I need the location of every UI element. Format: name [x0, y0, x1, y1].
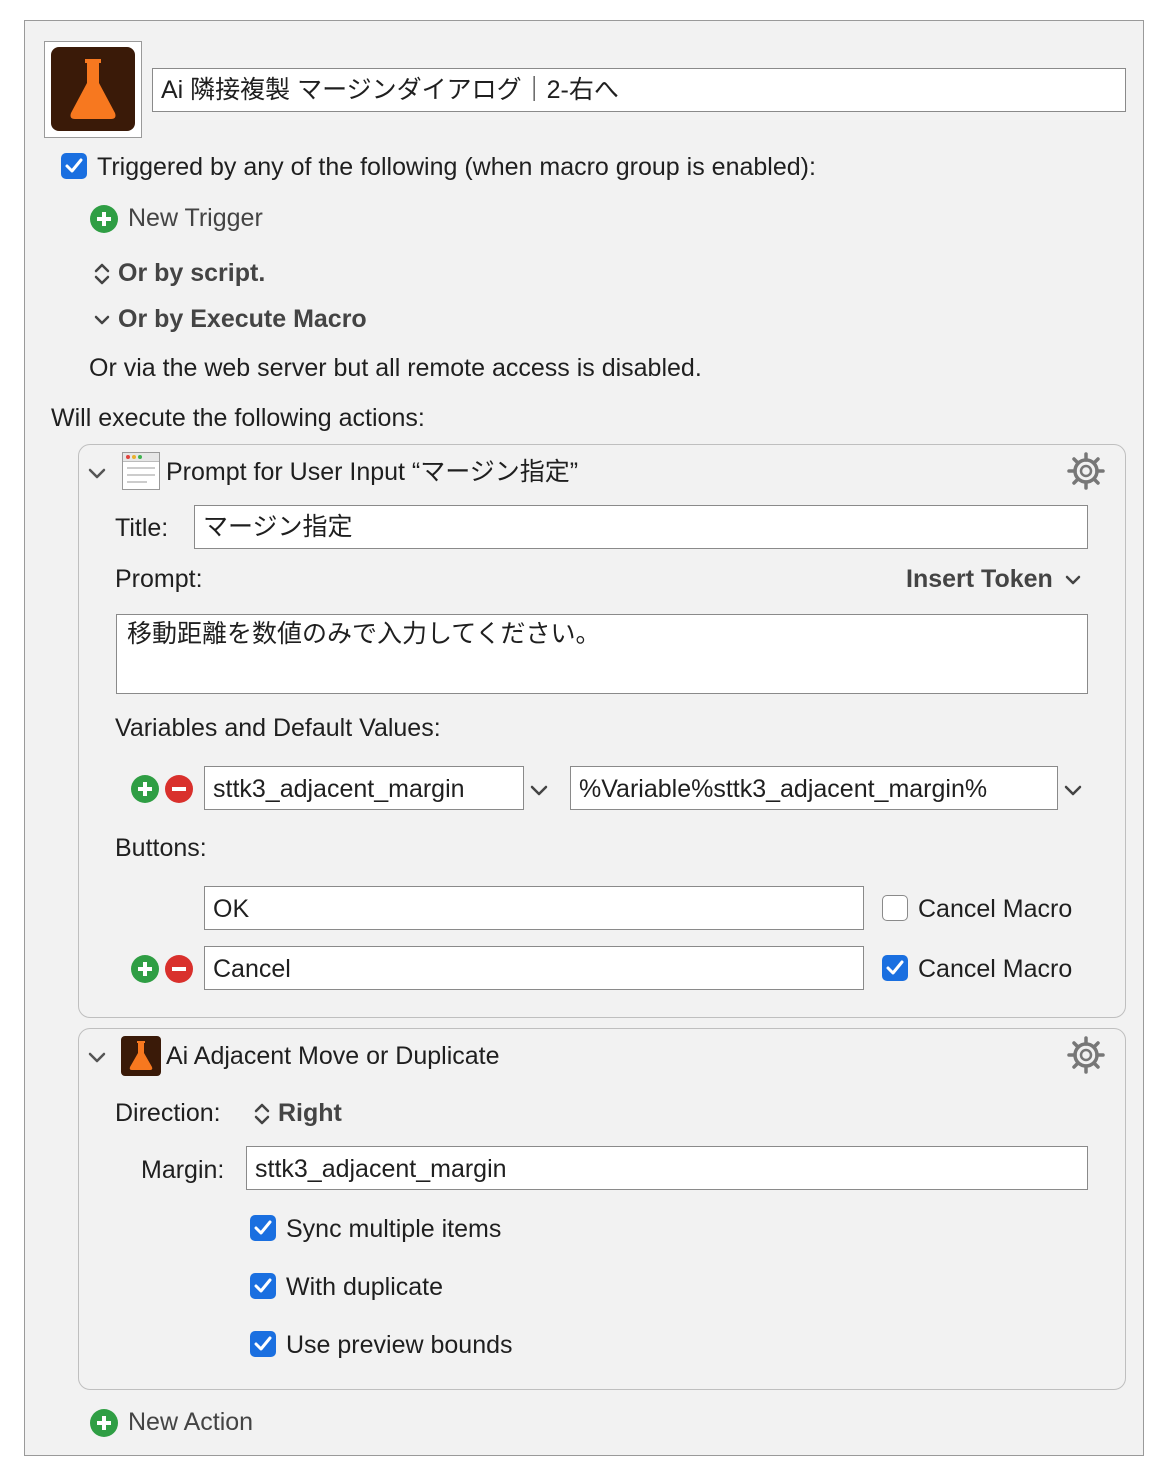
variable-name-menu-icon[interactable]: [528, 779, 550, 801]
cancel-macro-label-cancel: Cancel Macro: [918, 955, 1073, 983]
web-server-note: Or via the web server but all remote acc…: [89, 354, 702, 382]
or-by-execute-macro-disclosure[interactable]: Or by Execute Macro: [90, 304, 390, 336]
flask-icon: [121, 1036, 161, 1076]
with-duplicate-label: With duplicate: [286, 1273, 444, 1301]
remove-button-button[interactable]: [165, 955, 193, 983]
or-by-script-label: Or by script.: [118, 259, 266, 287]
cancel-macro-label-ok: Cancel Macro: [918, 895, 1073, 923]
use-preview-bounds-label: Use preview bounds: [286, 1331, 513, 1359]
trigger-header: Triggered by any of the following (when …: [97, 153, 816, 181]
gear-icon[interactable]: [1066, 451, 1106, 491]
updown-chevron-icon: [94, 263, 110, 285]
direction-value: Right: [278, 1099, 342, 1127]
or-by-execute-macro-label: Or by Execute Macro: [118, 305, 367, 333]
add-icon: [90, 205, 118, 233]
variable-default-text: %Variable%sttk3_adjacent_margin%: [579, 775, 988, 803]
prompt-text: 移動距離を数値のみで入力してください。: [127, 620, 601, 648]
action-adjacent-header: Ai Adjacent Move or Duplicate: [166, 1042, 500, 1070]
collapse-chevron-icon[interactable]: [86, 462, 108, 484]
variables-label: Variables and Default Values:: [115, 714, 441, 742]
action-ai-adjacent: [78, 1028, 1126, 1390]
variable-default-menu-icon[interactable]: [1062, 779, 1084, 801]
remove-variable-button[interactable]: [165, 775, 193, 803]
title-label: Title:: [115, 514, 169, 542]
button-ok-field[interactable]: OK: [204, 886, 864, 930]
flask-icon: [51, 47, 135, 131]
new-action-label: New Action: [128, 1408, 254, 1436]
macro-name-field[interactable]: Ai 隣接複製 マージンダイアログ｜2-右へ: [152, 68, 1126, 112]
title-field[interactable]: マージン指定: [194, 505, 1088, 549]
buttons-label: Buttons:: [115, 834, 207, 862]
updown-chevron-icon: [254, 1103, 270, 1125]
insert-token-label: Insert Token: [906, 565, 1053, 593]
action-prompt-header: Prompt for User Input “マージン指定”: [166, 458, 579, 486]
margin-field-text: sttk3_adjacent_margin: [255, 1155, 507, 1183]
chevron-down-icon: [94, 315, 110, 325]
variable-default-field[interactable]: %Variable%sttk3_adjacent_margin%: [570, 766, 1058, 810]
prompt-text-area[interactable]: 移動距離を数値のみで入力してください。: [116, 614, 1088, 694]
title-field-text: マージン指定: [203, 513, 353, 541]
cancel-macro-checkbox-ok[interactable]: [882, 895, 908, 921]
variable-name-field[interactable]: sttk3_adjacent_margin: [204, 766, 524, 810]
button-cancel-field[interactable]: Cancel: [204, 946, 864, 990]
cancel-macro-checkbox-cancel[interactable]: [882, 955, 908, 981]
add-variable-button[interactable]: [131, 775, 159, 803]
button-ok-text: OK: [213, 895, 250, 923]
triggered-checkbox[interactable]: [61, 153, 87, 179]
direction-popup[interactable]: Right: [252, 1098, 372, 1130]
window-icon: [122, 452, 160, 490]
margin-label: Margin:: [141, 1156, 225, 1184]
margin-field[interactable]: sttk3_adjacent_margin: [246, 1146, 1088, 1190]
or-by-script-popup[interactable]: Or by script.: [90, 258, 290, 290]
collapse-chevron-icon[interactable]: [86, 1046, 108, 1068]
variable-name-text: sttk3_adjacent_margin: [213, 775, 465, 803]
sync-multiple-items-label: Sync multiple items: [286, 1215, 502, 1243]
macro-name-text: Ai 隣接複製 マージンダイアログ｜2-右へ: [161, 76, 619, 104]
direction-label: Direction:: [115, 1099, 221, 1127]
add-icon: [90, 1409, 118, 1437]
gear-icon[interactable]: [1066, 1035, 1106, 1075]
new-trigger-label: New Trigger: [128, 204, 263, 232]
insert-token-popup[interactable]: Insert Token: [906, 564, 1086, 596]
button-cancel-text: Cancel: [213, 955, 291, 983]
macro-icon-well[interactable]: [44, 41, 142, 138]
sync-multiple-items-checkbox[interactable]: [250, 1215, 276, 1241]
new-trigger-button[interactable]: New Trigger: [90, 203, 280, 235]
new-action-button[interactable]: New Action: [90, 1407, 270, 1439]
chevron-down-icon: [1065, 575, 1081, 585]
prompt-label: Prompt:: [115, 565, 203, 593]
use-preview-bounds-checkbox[interactable]: [250, 1331, 276, 1357]
with-duplicate-checkbox[interactable]: [250, 1273, 276, 1299]
actions-header: Will execute the following actions:: [51, 404, 425, 432]
add-button-button[interactable]: [131, 955, 159, 983]
